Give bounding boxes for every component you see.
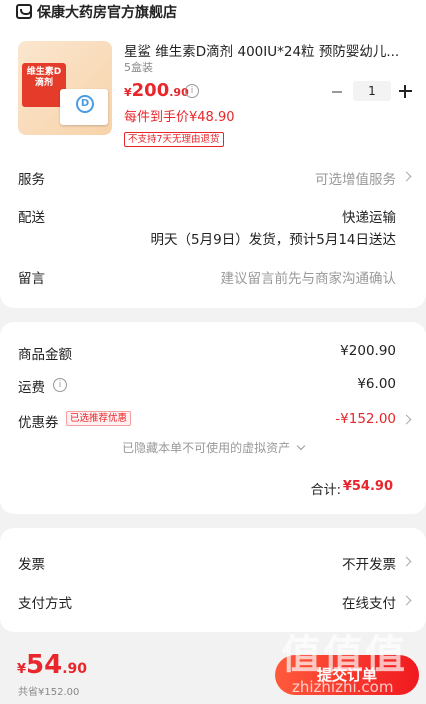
shipping-label: 运费 [18,380,45,396]
quantity-input[interactable]: 1 [353,81,391,101]
footer-currency: ¥ [17,662,27,677]
shop-name[interactable]: 保康大药房官方旗舰店 [37,2,177,22]
coupon-value[interactable]: -¥152.00 [335,411,396,427]
shop-icon [16,4,32,19]
delivery-detail: 明天（5月9日）发货，预计5月14日送达 [150,232,396,248]
order-card: 保康大药房官方旗舰店 维生素D滴剂 D 星鲨 维生素D滴剂 400IU*24粒 … [0,0,426,308]
promo-price: 每件到手价¥48.90 [124,110,235,125]
shipping-info-icon[interactable]: i [53,378,67,392]
invoice-payment-card: 发票 不开发票 支付方式 在线支付 [0,528,426,632]
service-label: 服务 [18,172,45,188]
coupon-label: 优惠券 [18,415,59,431]
total-value: ¥54.90 [342,479,393,494]
price-int: 200 [131,80,170,101]
product-pack-letter: D [76,95,94,113]
message-input[interactable]: 建议留言前先与商家沟通确认 [221,267,397,287]
footer-total-price: ¥54.90 [17,650,87,680]
no-return-tag: 不支持7天无理由退货 [124,132,224,147]
invoice-value[interactable]: 不开发票 [342,553,396,573]
price-info-icon[interactable]: i [185,84,199,98]
total-label: 合计: [310,483,341,498]
quantity-plus-button[interactable] [398,84,413,99]
delivery-label: 配送 [18,210,45,226]
delivery-value: 快递运输 [342,210,396,226]
coupon-chevron-icon[interactable] [401,414,412,425]
payment-label: 支付方式 [18,596,72,612]
message-label: 留言 [18,271,45,287]
product-title[interactable]: 星鲨 维生素D滴剂 400IU*24粒 预防婴幼儿... [124,40,414,60]
footer-price-int: 54 [26,650,63,680]
watermark-url: zhizhizhi.com [292,678,394,696]
payment-chevron-icon[interactable] [401,595,412,606]
product-price: ¥200.90 [124,80,189,101]
summary-card: 商品金额 ¥200.90 运费 i ¥6.00 优惠券 已选推荐优惠 -¥152… [0,322,426,514]
goods-amount-value: ¥200.90 [340,343,396,359]
footer-saved: 共省¥152.00 [18,687,80,698]
watermark: 值值值 [281,632,407,678]
invoice-label: 发票 [18,557,45,573]
hidden-assets-text: 已隐藏本单不可使用的虚拟资产 [122,441,291,455]
service-chevron-icon[interactable] [401,171,412,182]
quantity-minus-button[interactable] [330,85,344,99]
invoice-chevron-icon[interactable] [401,556,412,567]
chevron-down-icon [296,441,306,451]
payment-value[interactable]: 在线支付 [342,592,396,612]
product-spec[interactable]: 5盒装 [124,59,153,75]
price-currency: ¥ [124,86,132,99]
goods-amount-label: 商品金额 [18,347,72,363]
hidden-assets-toggle[interactable]: 已隐藏本单不可使用的虚拟资产 [0,439,426,456]
service-value[interactable]: 可选增值服务 [315,168,396,188]
product-image[interactable]: 维生素D滴剂 D [18,41,112,135]
product-image-text: 维生素D滴剂 [26,67,62,88]
coupon-tag: 已选推荐优惠 [66,411,132,426]
footer-price-dec: .90 [62,661,88,677]
shipping-value: ¥6.00 [357,376,396,392]
